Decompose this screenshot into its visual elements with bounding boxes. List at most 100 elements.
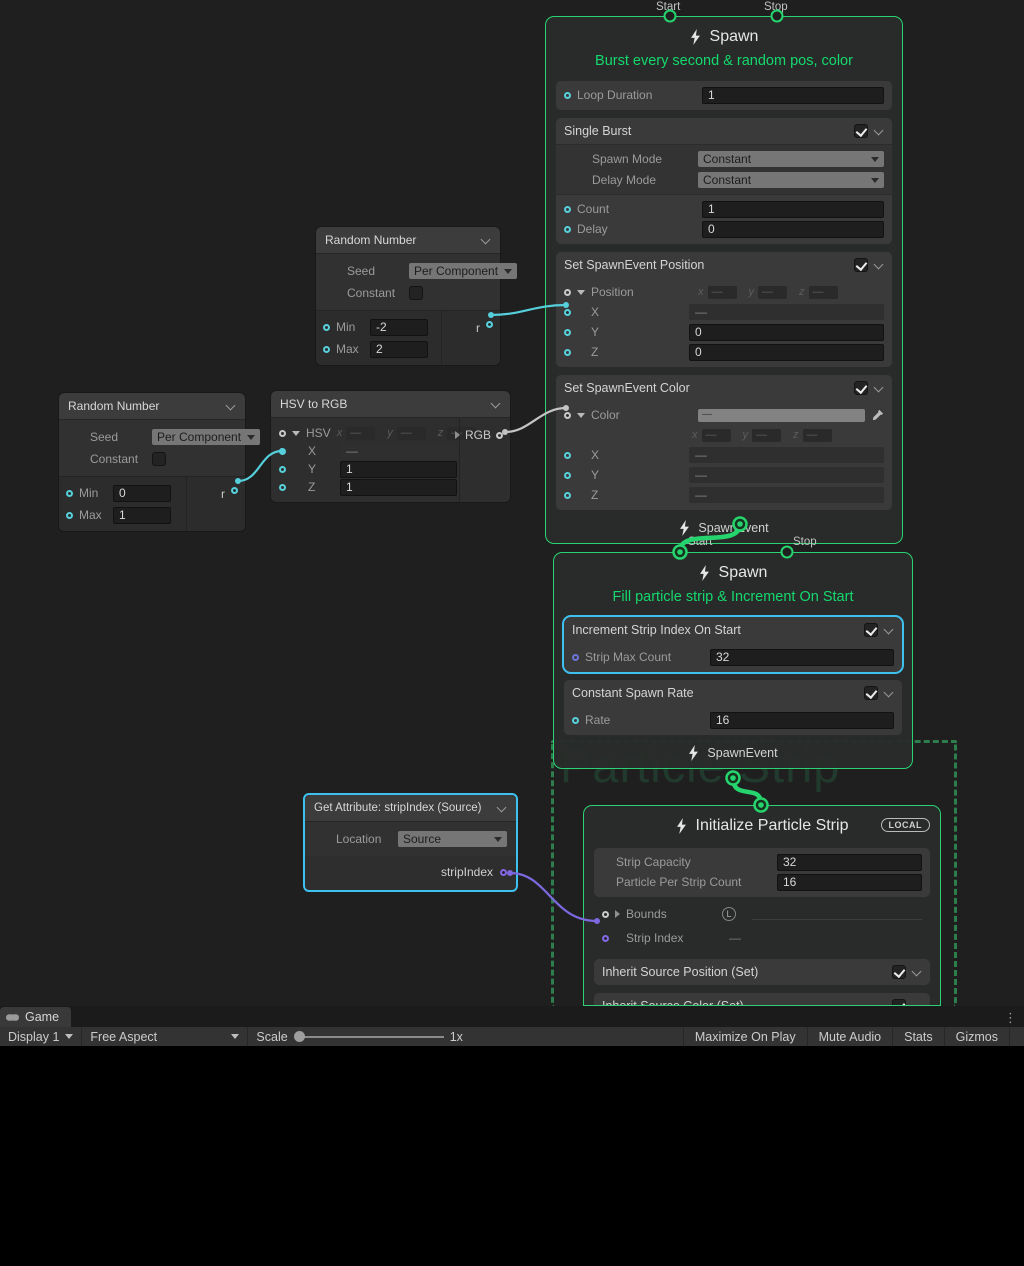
inherit-source-position-block[interactable]: Inherit Source Position (Set): [594, 959, 930, 985]
set-spawnevent-position-block[interactable]: Set SpawnEvent Position Position x— y— z…: [556, 252, 892, 367]
aspect-dropdown[interactable]: Free Aspect: [82, 1027, 248, 1046]
chevron-down-icon[interactable]: [884, 625, 894, 635]
spawn-mode-dropdown[interactable]: Constant: [698, 151, 884, 167]
chevron-down-icon[interactable]: [912, 967, 922, 977]
port-hsv-z[interactable]: [279, 484, 286, 491]
local-space-icon[interactable]: L: [722, 907, 736, 921]
port-min[interactable]: [66, 490, 73, 497]
port-hsv[interactable]: [279, 430, 286, 437]
port-delay[interactable]: [564, 226, 571, 233]
port-rgb-output[interactable]: [496, 432, 503, 439]
port-color-x[interactable]: [564, 452, 571, 459]
chevron-down-icon[interactable]: [874, 383, 884, 393]
node-hsv-to-rgb[interactable]: HSV to RGB RGB HSV x— y— z—: [270, 390, 511, 503]
max-input[interactable]: 2: [370, 341, 428, 358]
collapse-triangle-icon[interactable]: [455, 431, 460, 439]
delay-mode-dropdown[interactable]: Constant: [698, 172, 884, 188]
increment-enabled-checkbox[interactable]: [864, 623, 878, 637]
set-color-enabled-checkbox[interactable]: [854, 381, 868, 395]
single-burst-enabled-checkbox[interactable]: [854, 124, 868, 138]
chevron-down-icon[interactable]: [226, 401, 236, 411]
set-position-enabled-checkbox[interactable]: [854, 258, 868, 272]
game-tab[interactable]: Game: [0, 1007, 71, 1027]
node-initialize-particle-strip[interactable]: Initialize Particle Strip LOCAL Strip Ca…: [583, 805, 941, 1006]
eyedropper-icon[interactable]: [871, 409, 884, 422]
position-z-input[interactable]: 0: [689, 344, 884, 361]
inherit-source-color-block[interactable]: Inherit Source Color (Set): [594, 993, 930, 1006]
rate-input[interactable]: 16: [710, 712, 894, 729]
port-strip-max-count[interactable]: [572, 654, 579, 661]
port-color-y[interactable]: [564, 472, 571, 479]
chevron-down-icon[interactable]: [491, 399, 501, 409]
chevron-down-icon[interactable]: [497, 803, 507, 813]
delay-input[interactable]: 0: [702, 221, 884, 238]
scale-slider-knob[interactable]: [294, 1031, 305, 1042]
set-spawnevent-color-block[interactable]: Set SpawnEvent Color Color — x— y—: [556, 375, 892, 510]
port-loop-duration[interactable]: [564, 92, 571, 99]
port-position-z[interactable]: [564, 349, 571, 356]
chevron-down-icon[interactable]: [481, 235, 491, 245]
space-badge[interactable]: LOCAL: [881, 818, 931, 832]
overflow-menu-icon[interactable]: ⋮: [997, 1009, 1024, 1027]
expand-triangle-icon[interactable]: [292, 431, 300, 436]
node-random-number-2[interactable]: Random Number Seed Per Component Constan…: [58, 392, 246, 532]
port-strip-index[interactable]: [602, 935, 609, 942]
expand-triangle-icon[interactable]: [577, 290, 585, 295]
node-random-number-1[interactable]: Random Number Seed Per Component Constan…: [315, 226, 501, 366]
expand-triangle-icon[interactable]: [577, 413, 585, 418]
rate-enabled-checkbox[interactable]: [864, 686, 878, 700]
scale-slider-track[interactable]: [303, 1036, 444, 1038]
mute-audio-button[interactable]: Mute Audio: [807, 1027, 893, 1046]
display-dropdown[interactable]: Display 1: [0, 1027, 82, 1046]
increment-strip-index-block[interactable]: Increment Strip Index On Start Strip Max…: [564, 617, 902, 672]
single-burst-block[interactable]: Single Burst Spawn Mode Constant Delay M…: [556, 118, 892, 244]
port-random-output[interactable]: [486, 321, 493, 328]
loop-duration-input[interactable]: 1: [702, 87, 884, 104]
vfx-graph-canvas[interactable]: Particle Strip Start Stop Spawn Burst ev…: [0, 0, 1024, 1006]
constant-spawn-rate-block[interactable]: Constant Spawn Rate Rate 16: [564, 680, 902, 735]
strip-max-count-input[interactable]: 32: [710, 649, 894, 666]
collapse-triangle-icon[interactable]: [615, 910, 620, 918]
min-input[interactable]: 0: [113, 485, 171, 502]
seed-dropdown[interactable]: Per Component: [409, 263, 517, 279]
gizmos-button[interactable]: Gizmos: [944, 1027, 1009, 1046]
inherit-color-enabled-checkbox[interactable]: [892, 999, 906, 1006]
port-hsv-x[interactable]: [279, 448, 286, 455]
constant-checkbox[interactable]: [152, 452, 166, 466]
port-color-z[interactable]: [564, 492, 571, 499]
stats-button[interactable]: Stats: [892, 1027, 944, 1046]
gizmos-dropdown-arrow[interactable]: [1009, 1027, 1024, 1046]
port-random-output[interactable]: [231, 487, 238, 494]
count-input[interactable]: 1: [702, 201, 884, 218]
color-swatch[interactable]: —: [698, 409, 865, 422]
min-input[interactable]: -2: [370, 319, 428, 336]
hsv-z-input[interactable]: 1: [340, 479, 457, 496]
node-spawn-strip[interactable]: Spawn Fill particle strip & Increment On…: [553, 552, 913, 769]
maximize-on-play-button[interactable]: Maximize On Play: [683, 1027, 807, 1046]
port-position-y[interactable]: [564, 329, 571, 336]
hsv-y-input[interactable]: 1: [340, 461, 457, 478]
chevron-down-icon[interactable]: [884, 688, 894, 698]
port-max[interactable]: [66, 512, 73, 519]
node-get-attribute-stripindex[interactable]: Get Attribute: stripIndex (Source) Locat…: [303, 793, 518, 892]
location-dropdown[interactable]: Source: [398, 831, 507, 847]
chevron-down-icon[interactable]: [874, 126, 884, 136]
seed-dropdown[interactable]: Per Component: [152, 429, 260, 445]
port-color[interactable]: [564, 412, 571, 419]
port-min[interactable]: [323, 324, 330, 331]
port-max[interactable]: [323, 346, 330, 353]
port-stripindex-output[interactable]: [500, 869, 507, 876]
port-rate[interactable]: [572, 717, 579, 724]
scale-slider[interactable]: [294, 1027, 444, 1046]
game-render-area[interactable]: [0, 1046, 1024, 1266]
port-position[interactable]: [564, 289, 571, 296]
inherit-position-enabled-checkbox[interactable]: [892, 965, 906, 979]
port-bounds[interactable]: [602, 911, 609, 918]
position-y-input[interactable]: 0: [689, 324, 884, 341]
constant-checkbox[interactable]: [409, 286, 423, 300]
port-hsv-y[interactable]: [279, 466, 286, 473]
particle-per-strip-input[interactable]: 16: [777, 874, 922, 891]
port-count[interactable]: [564, 206, 571, 213]
strip-capacity-input[interactable]: 32: [777, 854, 922, 871]
port-position-x[interactable]: [564, 309, 571, 316]
